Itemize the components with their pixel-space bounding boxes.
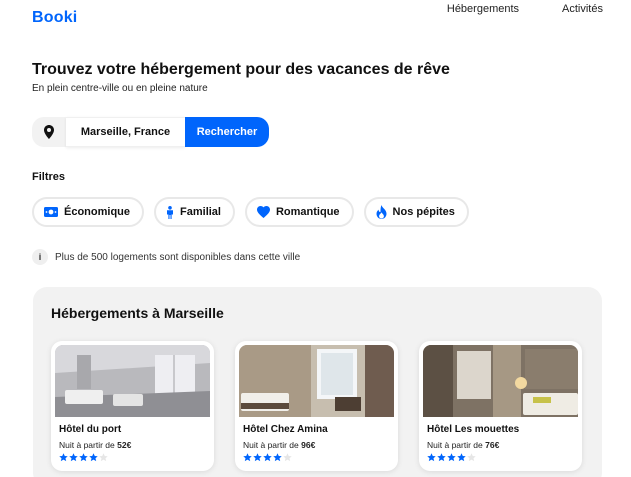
nav-link-activites[interactable]: Activités bbox=[562, 3, 603, 15]
filter-label: Économique bbox=[64, 206, 131, 218]
filter-label: Nos pépites bbox=[392, 206, 455, 218]
hotel-photo bbox=[423, 345, 578, 417]
main-nav: Hébergements Activités bbox=[447, 3, 603, 15]
hotel-name: Hôtel Les mouettes bbox=[427, 424, 520, 435]
hotel-photo bbox=[55, 345, 210, 417]
listings-title: Hébergements à Marseille bbox=[51, 305, 224, 321]
listings-panel: Hébergements à Marseille Hôtel du port N… bbox=[33, 287, 602, 477]
filter-economique[interactable]: Économique bbox=[32, 197, 145, 227]
filter-familial[interactable]: Familial bbox=[154, 197, 235, 227]
rating-stars bbox=[59, 453, 210, 462]
filter-label: Familial bbox=[180, 206, 221, 218]
hotel-price: Nuit à partir de 52€ bbox=[59, 440, 132, 450]
listings-cards: Hôtel du port Nuit à partir de 52€ Hôtel… bbox=[51, 341, 582, 471]
location-pin-icon bbox=[32, 117, 66, 147]
hotel-price: Nuit à partir de 76€ bbox=[427, 440, 500, 450]
booki-logo[interactable]: Booki bbox=[32, 9, 77, 27]
star-icon bbox=[447, 453, 456, 462]
star-icon bbox=[89, 453, 98, 462]
hotel-name: Hôtel Chez Amina bbox=[243, 424, 328, 435]
star-icon bbox=[243, 453, 252, 462]
city-input[interactable]: Marseille, France bbox=[66, 117, 185, 147]
rating-stars bbox=[243, 453, 394, 462]
search-bar: Marseille, France Rechercher bbox=[32, 117, 269, 147]
star-icon bbox=[253, 453, 262, 462]
star-icon bbox=[437, 453, 446, 462]
hotel-card[interactable]: Hôtel du port Nuit à partir de 52€ bbox=[51, 341, 214, 471]
search-button[interactable]: Rechercher bbox=[185, 117, 269, 147]
filters-title: Filtres bbox=[32, 171, 66, 183]
star-icon bbox=[427, 453, 436, 462]
filter-label: Romantique bbox=[275, 206, 340, 218]
money-icon bbox=[44, 207, 58, 217]
info-icon: i bbox=[32, 249, 48, 265]
star-icon bbox=[283, 453, 292, 462]
page-title: Trouvez votre hébergement pour des vacan… bbox=[32, 61, 450, 78]
star-icon bbox=[99, 453, 108, 462]
site-header: Booki Hébergements Activités bbox=[0, 0, 631, 34]
fire-icon bbox=[376, 205, 387, 219]
star-icon bbox=[457, 453, 466, 462]
filters-list: Économique Familial Romantique Nos pépit… bbox=[32, 197, 469, 227]
info-notice: i Plus de 500 logements sont disponibles… bbox=[32, 249, 300, 265]
hotel-card[interactable]: Hôtel Chez Amina Nuit à partir de 96€ bbox=[235, 341, 398, 471]
filter-nos-pepites[interactable]: Nos pépites bbox=[363, 197, 469, 227]
person-icon bbox=[166, 205, 174, 219]
page-subtitle: En plein centre-ville ou en pleine natur… bbox=[32, 83, 208, 94]
hotel-card[interactable]: Hôtel Les mouettes Nuit à partir de 76€ bbox=[419, 341, 582, 471]
nav-link-hebergements[interactable]: Hébergements bbox=[447, 3, 519, 15]
star-icon bbox=[273, 453, 282, 462]
hotel-price: Nuit à partir de 96€ bbox=[243, 440, 316, 450]
info-text: Plus de 500 logements sont disponibles d… bbox=[55, 251, 301, 263]
star-icon bbox=[59, 453, 68, 462]
hotel-name: Hôtel du port bbox=[59, 424, 122, 435]
star-icon bbox=[79, 453, 88, 462]
star-icon bbox=[263, 453, 272, 462]
heart-icon bbox=[256, 206, 270, 218]
star-icon bbox=[467, 453, 476, 462]
star-icon bbox=[69, 453, 78, 462]
hotel-photo bbox=[239, 345, 394, 417]
filter-romantique[interactable]: Romantique bbox=[244, 197, 354, 227]
rating-stars bbox=[427, 453, 578, 462]
